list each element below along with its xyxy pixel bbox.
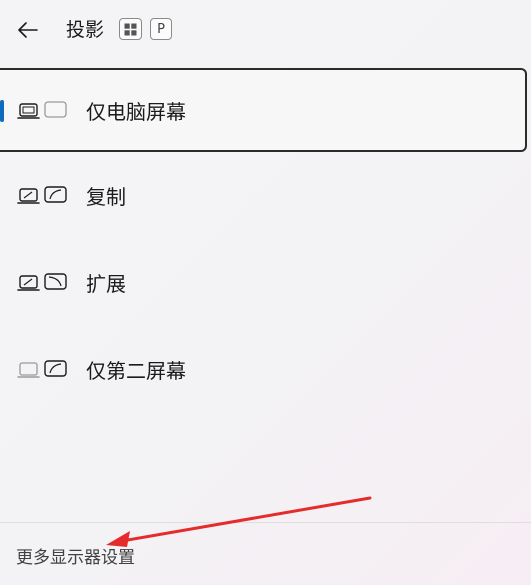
option-pc-screen-only[interactable]: 仅电脑屏幕 xyxy=(0,68,527,152)
extend-icon xyxy=(17,273,67,291)
option-extend[interactable]: 扩展 xyxy=(0,242,527,326)
back-button[interactable] xyxy=(14,16,42,44)
second-screen-only-icon xyxy=(17,360,67,378)
option-label: 扩展 xyxy=(86,272,126,296)
option-label: 复制 xyxy=(86,185,126,209)
option-label: 仅电脑屏幕 xyxy=(86,100,186,124)
annotation-arrow xyxy=(106,496,372,547)
pc-screen-only-icon xyxy=(17,101,67,119)
selection-indicator xyxy=(0,100,4,122)
p-key-badge: P xyxy=(150,18,172,40)
option-label: 仅第二屏幕 xyxy=(86,359,186,383)
option-second-screen-only[interactable]: 仅第二屏幕 xyxy=(0,329,527,413)
windows-key-badge xyxy=(119,18,142,40)
duplicate-icon xyxy=(17,186,67,204)
windows-logo-icon xyxy=(124,23,137,35)
header: 投影 P xyxy=(0,0,531,60)
page-title: 投影 xyxy=(66,19,105,41)
arrow-left-icon xyxy=(18,22,38,38)
option-duplicate[interactable]: 复制 xyxy=(0,155,527,239)
